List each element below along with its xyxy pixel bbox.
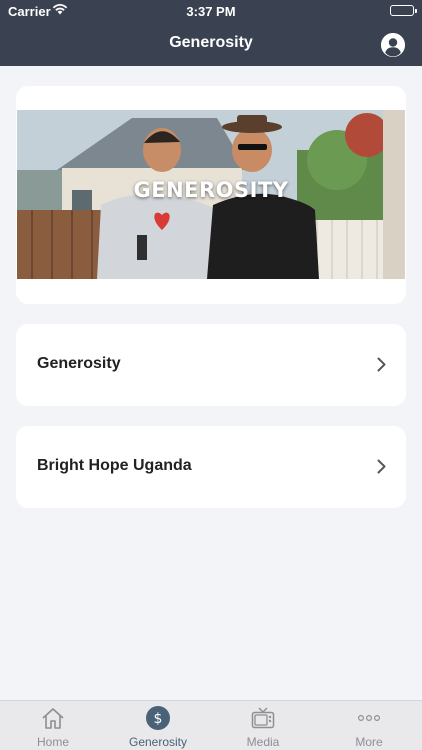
status-bar: Carrier 3:37 PM xyxy=(0,0,422,22)
navigation-header: Carrier 3:37 PM Generosity xyxy=(0,0,422,66)
tab-label: Home xyxy=(36,735,69,749)
tv-icon xyxy=(251,706,275,730)
list-item-generosity[interactable]: Generosity xyxy=(16,324,406,406)
tab-more[interactable]: More xyxy=(316,701,422,750)
tab-label: Generosity xyxy=(128,735,188,749)
battery-icon xyxy=(390,5,417,16)
dollar-circle-icon: $ xyxy=(146,706,170,730)
person-circle-icon xyxy=(381,33,405,57)
list-item-label: Bright Hope Uganda xyxy=(37,457,192,474)
tab-label: Media xyxy=(246,735,280,749)
hero-card[interactable]: GENEROSITY xyxy=(16,86,406,304)
tab-home[interactable]: Home xyxy=(0,701,106,750)
tab-generosity[interactable]: $ Generosity xyxy=(105,701,211,750)
list-item-bright-hope-uganda[interactable]: Bright Hope Uganda xyxy=(16,426,406,508)
page-title: Generosity xyxy=(169,34,253,51)
list-item-label: Generosity xyxy=(37,355,121,372)
profile-button[interactable] xyxy=(381,33,405,57)
status-time: 3:37 PM xyxy=(186,4,236,19)
chevron-right-icon xyxy=(377,459,386,479)
tab-label: More xyxy=(355,735,383,749)
svg-text:$: $ xyxy=(154,711,163,727)
hero-overlay-text: GENEROSITY xyxy=(133,178,289,202)
tab-media[interactable]: Media xyxy=(210,701,316,750)
tab-bar: Home $ Generosity Media More xyxy=(0,700,422,750)
house-icon xyxy=(41,706,65,730)
hero-image: GENEROSITY xyxy=(17,110,405,279)
chevron-right-icon xyxy=(377,357,386,377)
ellipsis-icon xyxy=(357,706,381,730)
